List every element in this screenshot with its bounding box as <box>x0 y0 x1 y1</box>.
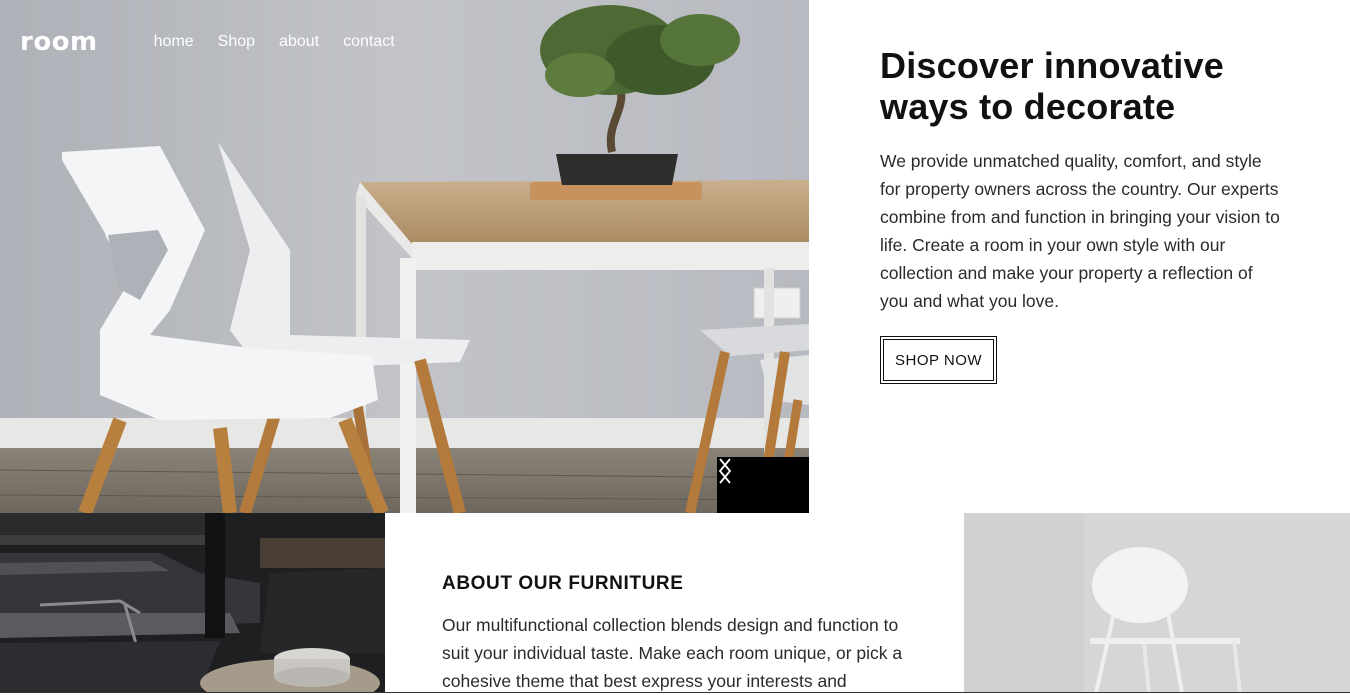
nav-link-contact[interactable]: contact <box>343 33 395 51</box>
nav-link-about[interactable]: about <box>279 33 319 51</box>
nav-links: home Shop about contact <box>154 33 395 51</box>
main-nav: room home Shop about contact <box>0 0 809 84</box>
about-title: ABOUT OUR FURNITURE <box>442 573 684 594</box>
shop-now-label: SHOP NOW <box>883 339 995 381</box>
hero-description: We provide unmatched quality, comfort, a… <box>880 151 1280 311</box>
about-content: ABOUT OUR FURNITURE Our multifunctional … <box>442 573 912 695</box>
hero-image: room home Shop about contact <box>0 0 809 513</box>
brand-logo[interactable]: room <box>20 27 98 57</box>
chevron-right-icon <box>719 458 732 484</box>
about-image-dark-room <box>0 513 385 693</box>
nav-link-shop[interactable]: Shop <box>218 33 255 51</box>
slider-controls <box>717 457 809 513</box>
hero-title-line-1: Discover innovative <box>880 45 1224 86</box>
about-image-white-chair <box>964 513 1350 693</box>
about-section: ABOUT OUR FURNITURE Our multifunctional … <box>0 513 1350 695</box>
shop-now-button[interactable]: SHOP NOW <box>880 336 998 384</box>
hero-title-line-2: ways to decorate <box>880 86 1176 127</box>
white-chair-photo <box>964 513 1350 693</box>
page-bottom-divider <box>0 692 1350 693</box>
slider-next-button[interactable] <box>719 457 809 513</box>
dark-room-photo <box>0 513 385 693</box>
hero-content: Discover innovative ways to decorate We … <box>880 45 1300 384</box>
about-description: Our multifunctional collection blends de… <box>442 615 903 691</box>
hero-title: Discover innovative ways to decorate <box>880 45 1300 127</box>
nav-link-home[interactable]: home <box>154 33 194 51</box>
hero-section: room home Shop about contact Discover in… <box>0 0 1350 513</box>
